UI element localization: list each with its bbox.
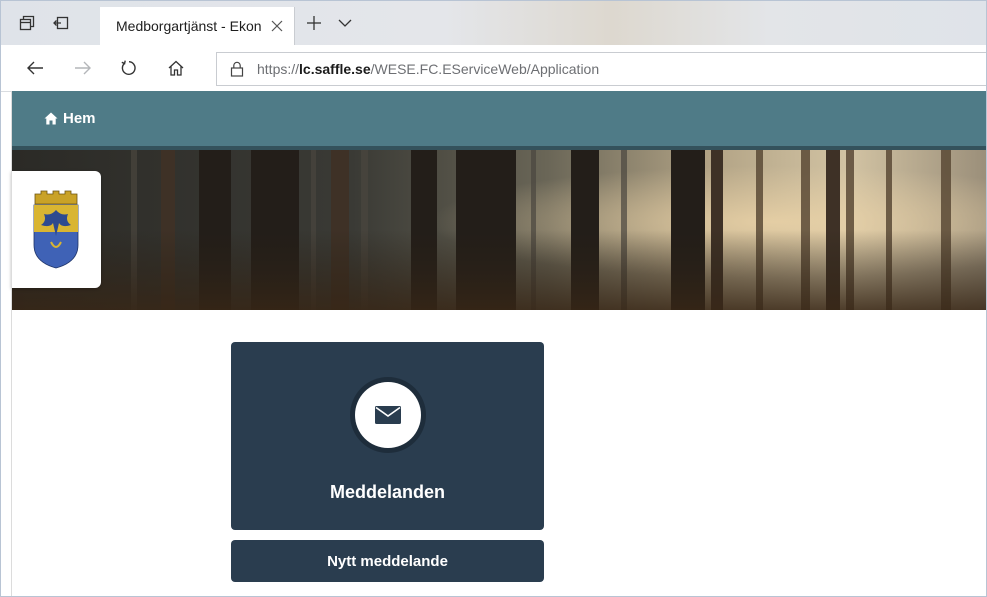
home-icon[interactable] [164,56,188,80]
page-left-border [11,91,12,596]
hero-forest-image [11,150,986,310]
site-navigation-bar: Hem [11,91,986,146]
browser-window: Medborgartjänst - Ekon https://lc.saffle… [0,0,987,597]
refresh-icon[interactable] [117,56,141,80]
forward-arrow-icon[interactable] [71,56,95,80]
municipality-logo[interactable] [11,171,101,288]
browser-tab-active[interactable]: Medborgartjänst - Ekon [100,7,295,45]
messages-card-title: Meddelanden [329,482,445,502]
tab-actions-icon[interactable] [17,13,37,33]
tab-title: Medborgartjänst - Ekon [116,18,262,34]
chevron-down-icon[interactable] [335,13,355,33]
set-aside-tabs-icon[interactable] [51,13,71,33]
home-icon [44,112,58,125]
coat-of-arms-icon [33,190,79,269]
back-arrow-icon[interactable] [23,56,47,80]
tab-strip: Medborgartjänst - Ekon [1,1,986,45]
address-bar[interactable]: https://lc.saffle.se/WESE.FC.EServiceWeb… [216,52,986,86]
close-icon[interactable] [269,18,285,34]
new-message-button[interactable]: Nytt meddelande [231,540,544,582]
envelope-icon [375,406,401,424]
url-text: https://lc.saffle.se/WESE.FC.EServiceWeb… [257,61,600,77]
lock-icon [230,61,246,77]
messages-card[interactable]: Meddelanden [231,342,544,530]
navigation-bar: https://lc.saffle.se/WESE.FC.EServiceWeb… [1,45,986,92]
plus-icon[interactable] [303,12,325,34]
nav-home-label: Hem [63,110,96,127]
messages-icon-circle [350,377,426,453]
nav-home-link[interactable]: Hem [44,110,96,127]
